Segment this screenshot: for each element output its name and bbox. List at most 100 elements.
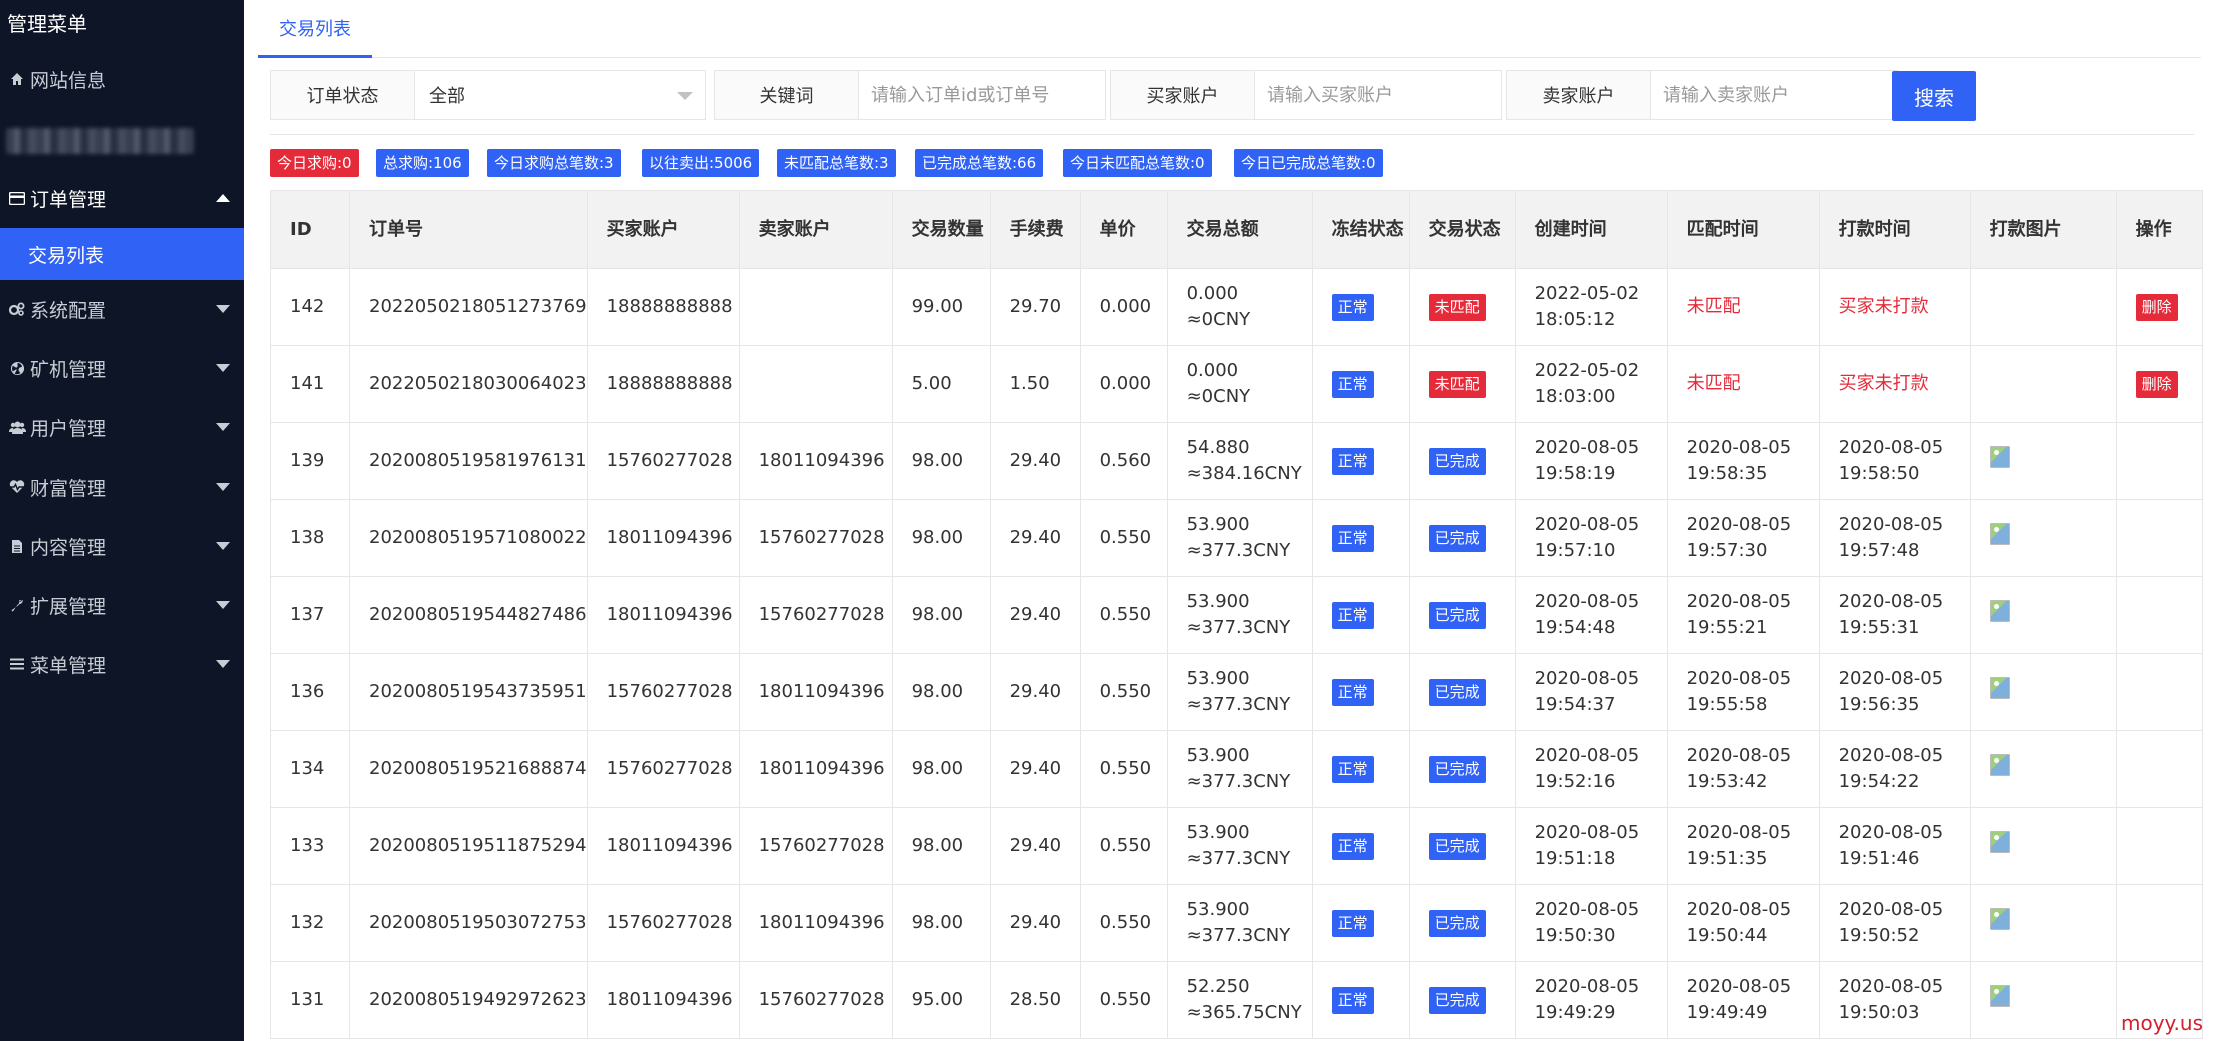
created-clock: 19:54:37	[1534, 694, 1616, 715]
sidebar-item-content-management[interactable]: 内容管理	[0, 526, 244, 566]
cell-payment-image	[1969, 499, 2117, 577]
sidebar-item-site-info[interactable]: 网站信息	[0, 59, 244, 99]
sidebar-item-order-management[interactable]: 订单管理	[0, 178, 244, 218]
cell-buyer: 18888888888	[586, 345, 740, 423]
sidebar-item-menu-management[interactable]: 菜单管理	[0, 644, 244, 684]
cell-id: 141	[270, 345, 350, 423]
cell-action: 删除	[2115, 268, 2203, 346]
caret-down-icon	[216, 660, 230, 668]
cell-price: 0.550	[1079, 730, 1168, 808]
column-header: 交易状态	[1408, 190, 1516, 269]
cell-id: 133	[270, 807, 350, 885]
stat-badge: 未匹配总笔数:3	[777, 149, 896, 177]
cell-quantity: 5.00	[891, 345, 991, 423]
sidebar-item-extension-management[interactable]: 扩展管理	[0, 585, 244, 625]
cell-price: 0.550	[1079, 884, 1168, 962]
freeze-badge: 正常	[1331, 524, 1374, 552]
seller-filter: 卖家账户	[1506, 70, 1898, 120]
tab-trade-list[interactable]: 交易列表	[258, 0, 372, 58]
search-button[interactable]: 搜索	[1892, 71, 1976, 121]
matched-clock: 19:55:21	[1686, 617, 1768, 638]
cell-total: 0.000 ≈0CNY	[1166, 268, 1313, 346]
total-amount: 53.900	[1186, 745, 1250, 766]
status-select[interactable]: 全部	[415, 71, 705, 119]
broken-image-icon[interactable]	[1989, 677, 2010, 699]
total-cny: ≈377.3CNY	[1186, 540, 1291, 561]
cell-fee: 29.40	[989, 807, 1081, 885]
cell-freeze-status: 正常	[1311, 268, 1410, 346]
cell-id: 136	[270, 653, 350, 731]
broken-image-icon[interactable]	[1989, 831, 2010, 853]
cell-id: 131	[270, 961, 350, 1039]
column-header: 创建时间	[1514, 190, 1668, 269]
paid-date: 买家未打款	[1838, 373, 1929, 394]
cell-buyer: 15760277028	[586, 653, 740, 731]
column-header: ID	[270, 190, 350, 269]
matched-clock: 19:53:42	[1686, 771, 1768, 792]
paid-date: 2020-08-05	[1838, 668, 1944, 689]
sidebar-subitem-trade-list[interactable]: 交易列表	[0, 228, 244, 280]
seller-input[interactable]	[1651, 71, 1897, 119]
cell-seller: 15760277028	[738, 807, 893, 885]
cell-action	[2115, 422, 2203, 500]
cell-quantity: 98.00	[891, 730, 991, 808]
table-row: 138 2020080519571080022 18011094396 1576027…	[270, 499, 2203, 577]
cell-freeze-status: 正常	[1311, 884, 1410, 962]
cell-paid-time: 2020-08-05 19:54:22	[1818, 730, 1971, 808]
paid-date: 2020-08-05	[1838, 437, 1944, 458]
created-clock: 19:58:19	[1534, 463, 1616, 484]
broken-image-icon[interactable]	[1989, 446, 2010, 468]
paid-date: 2020-08-05	[1838, 899, 1944, 920]
cell-seller: 18011094396	[738, 884, 893, 962]
sidebar-item-wealth-management[interactable]: 财富管理	[0, 467, 244, 507]
cell-fee: 29.70	[989, 268, 1081, 346]
cell-paid-time: 2020-08-05 19:51:46	[1818, 807, 1971, 885]
cell-created-time: 2020-08-05 19:50:30	[1514, 884, 1668, 962]
cell-order-number: 2020080519544827486	[349, 576, 588, 654]
cell-fee: 1.50	[989, 345, 1081, 423]
broken-image-icon[interactable]	[1989, 908, 2010, 930]
sidebar-item-system-config[interactable]: 系统配置	[0, 289, 244, 329]
cell-seller: 18011094396	[738, 422, 893, 500]
cell-freeze-status: 正常	[1311, 653, 1410, 731]
paid-clock: 19:58:50	[1838, 463, 1920, 484]
cell-action	[2115, 653, 2203, 731]
total-cny: ≈377.3CNY	[1186, 925, 1291, 946]
sidebar-item-label: 扩展管理	[30, 595, 107, 618]
divider	[270, 134, 2194, 135]
sidebar-item-label: 网站信息	[30, 69, 107, 92]
broken-image-icon[interactable]	[1989, 600, 2010, 622]
matched-date: 未匹配	[1686, 296, 1741, 317]
delete-button[interactable]: 删除	[2135, 370, 2178, 398]
sidebar-item-user-management[interactable]: 用户管理	[0, 407, 244, 447]
sidebar-item-miner-management[interactable]: 矿机管理	[0, 348, 244, 388]
paid-clock: 19:50:03	[1838, 1002, 1920, 1023]
broken-image-icon[interactable]	[1989, 985, 2010, 1007]
cell-total: 53.900 ≈377.3CNY	[1166, 653, 1313, 731]
cell-price: 0.550	[1079, 576, 1168, 654]
buyer-input[interactable]	[1255, 71, 1501, 119]
cell-price: 0.550	[1079, 653, 1168, 731]
broken-image-icon[interactable]	[1989, 523, 2010, 545]
cell-action	[2115, 884, 2203, 962]
cell-quantity: 98.00	[891, 499, 991, 577]
cell-created-time: 2022-05-02 18:05:12	[1514, 268, 1668, 346]
cell-order-number: 2020080519511875294	[349, 807, 588, 885]
total-amount: 54.880	[1186, 437, 1250, 458]
cell-trade-status: 已完成	[1408, 499, 1516, 577]
sidebar-item-label: 矿机管理	[30, 358, 107, 381]
cell-order-number: 2022050218030064023	[349, 345, 588, 423]
broken-image-icon[interactable]	[1989, 754, 2010, 776]
cell-id: 137	[270, 576, 350, 654]
created-date: 2022-05-02	[1534, 360, 1640, 381]
sidebar-item-label: 菜单管理	[30, 654, 107, 677]
cell-payment-image	[1969, 422, 2117, 500]
status-filter: 订单状态 全部	[270, 70, 706, 120]
cell-fee: 28.50	[989, 961, 1081, 1039]
trade-table: ID 订单号 买家账户 卖家账户 交易数量 手续费 单价 交易总额 冻结状态 交…	[270, 190, 2203, 1039]
cell-quantity: 95.00	[891, 961, 991, 1039]
keyword-filter: 关键词	[714, 70, 1106, 120]
paid-date: 2020-08-05	[1838, 514, 1944, 535]
delete-button[interactable]: 删除	[2135, 293, 2178, 321]
keyword-input[interactable]	[859, 71, 1105, 119]
